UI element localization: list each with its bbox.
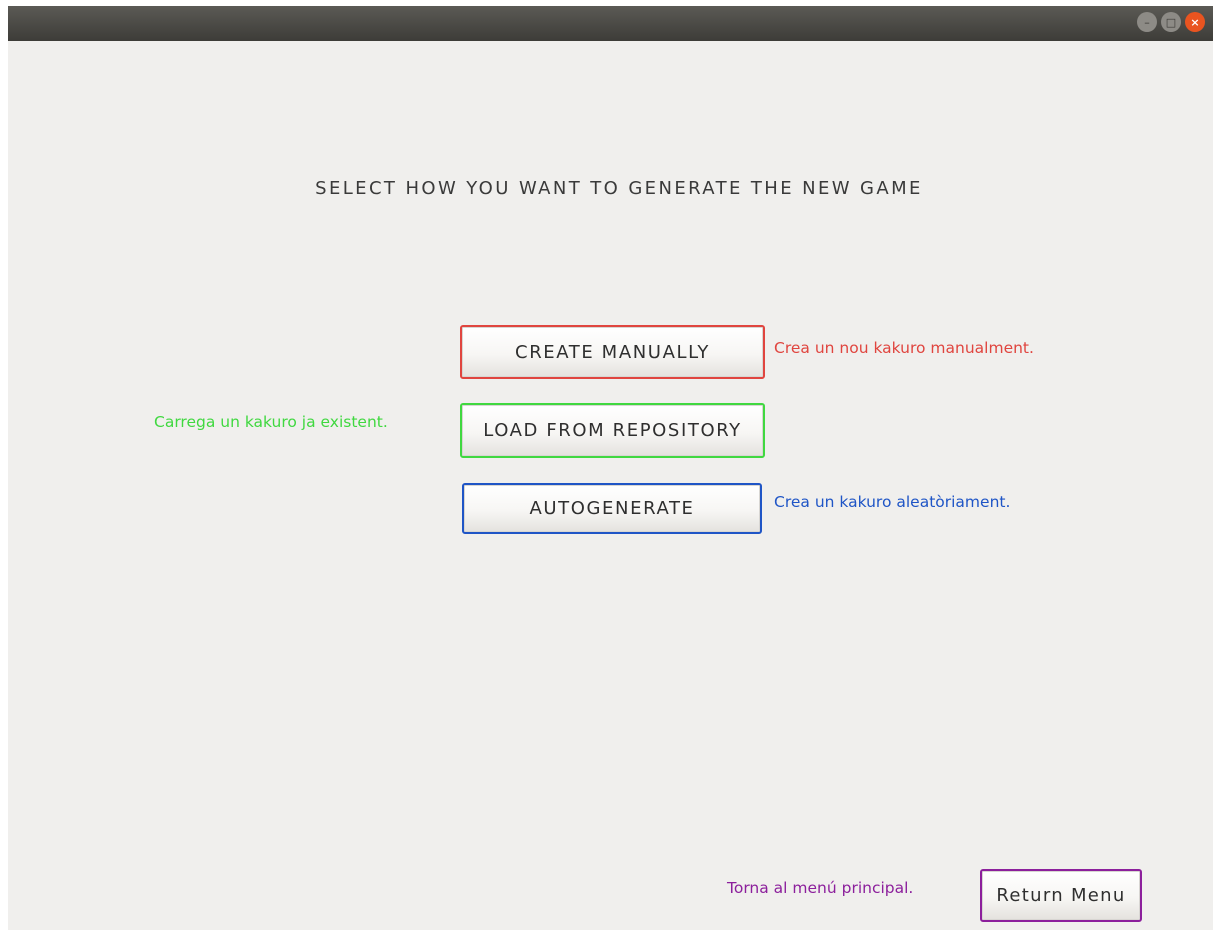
close-icon[interactable]: × (1185, 12, 1205, 32)
minimize-icon[interactable]: – (1137, 12, 1157, 32)
page-title: SELECT HOW YOU WANT TO GENERATE THE NEW … (315, 178, 923, 199)
create-manually-button[interactable]: CREATE MANUALLY (460, 325, 765, 379)
load-from-repository-hint: Carrega un kakuro ja existent. (154, 413, 388, 431)
window-titlebar[interactable]: – □ × (8, 6, 1213, 41)
autogenerate-button[interactable]: AUTOGENERATE (462, 483, 762, 534)
app-window: – □ × SELECT HOW YOU WANT TO GENERATE TH… (8, 6, 1213, 930)
return-menu-hint: Torna al menú principal. (727, 879, 914, 897)
maximize-icon[interactable]: □ (1161, 12, 1181, 32)
load-from-repository-button[interactable]: LOAD FROM REPOSITORY (460, 403, 765, 458)
return-menu-button[interactable]: Return Menu (980, 869, 1142, 922)
create-manually-hint: Crea un nou kakuro manualment. (774, 339, 1034, 357)
autogenerate-hint: Crea un kakuro aleatòriament. (774, 493, 1011, 511)
